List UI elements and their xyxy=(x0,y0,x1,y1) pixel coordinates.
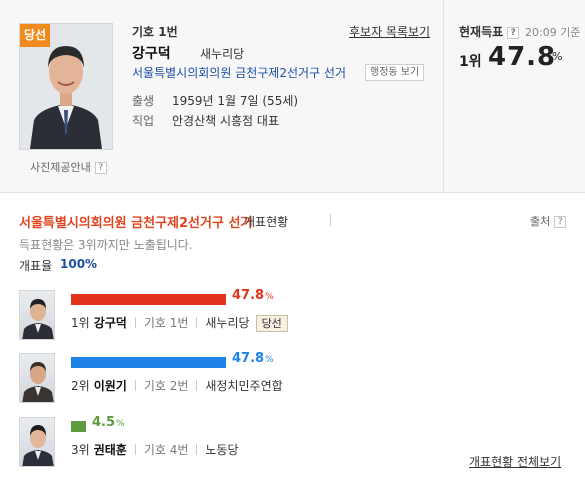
elected-tag: 당선 xyxy=(255,315,288,332)
candidate-header: 당선 사진제공안내? 기호 1번 후보자 목록보기 강구덕 새누리당 서울특별시… xyxy=(0,0,585,193)
candidate-line: 3위 권태훈 기호 4번 노동당 xyxy=(71,441,239,458)
count-rate-label: 개표율 xyxy=(19,259,53,273)
candidate-name[interactable]: 이원기 xyxy=(94,379,127,393)
result-row: 47.8% 1위 강구덕 기호 1번 새누리당 당선 xyxy=(19,288,559,342)
candidate-name[interactable]: 강구덕 xyxy=(132,43,171,63)
person-photo-icon[interactable] xyxy=(19,417,55,467)
vote-percent-value: 47.8 xyxy=(232,351,265,366)
separator xyxy=(134,444,136,455)
vote-percent: 47.8% xyxy=(232,288,274,303)
person-photo-icon[interactable] xyxy=(19,290,55,340)
candidate-name[interactable]: 강구덕 xyxy=(94,316,127,330)
ranking-note: 득표현황은 3위까지만 노출됩니다. xyxy=(19,238,193,252)
winner-badge: 당선 xyxy=(20,24,50,47)
candidate-district-link[interactable]: 서울특별시의회의원 금천구제2선거구 선거 xyxy=(132,64,346,81)
candidate-photo[interactable]: 당선 xyxy=(19,23,113,150)
separator xyxy=(196,380,198,391)
current-rank: 1위 xyxy=(459,54,482,70)
photo-credit-note[interactable]: 사진제공안내? xyxy=(30,159,107,175)
vote-percent-value: 4.5 xyxy=(92,415,116,430)
separator xyxy=(196,317,198,328)
vote-percent-unit: % xyxy=(265,292,274,302)
vote-percent-unit: % xyxy=(116,419,125,429)
source-link[interactable]: 출처? xyxy=(530,213,567,229)
candidate-symbol: 기호 1번 xyxy=(132,25,178,39)
current-votes-label: 현재득표? xyxy=(459,23,520,40)
candidate-list-link[interactable]: 후보자 목록보기 xyxy=(349,23,430,40)
question-icon[interactable]: ? xyxy=(507,26,520,39)
current-percent: 47.8 xyxy=(488,42,557,72)
source-text: 출처 xyxy=(530,215,551,228)
candidate-symbol: 기호 1번 xyxy=(143,316,189,330)
birth-label: 출생 xyxy=(132,94,155,108)
all-results-link[interactable]: 개표현황 전체보기 xyxy=(469,453,561,470)
job-label: 직업 xyxy=(132,114,155,128)
vote-bar xyxy=(71,357,226,368)
section-subtitle: 개표현황 xyxy=(244,215,289,229)
question-icon[interactable]: ? xyxy=(94,162,107,174)
separator xyxy=(134,380,136,391)
header-divider xyxy=(443,0,444,193)
birth-value: 1959년 1월 7일 (55세) xyxy=(172,94,299,108)
vote-percent-value: 47.8 xyxy=(232,288,265,303)
question-icon[interactable]: ? xyxy=(554,216,567,228)
job-value: 안경산책 시흥점 대표 xyxy=(172,114,279,128)
candidate-line: 1위 강구덕 기호 1번 새누리당 당선 xyxy=(71,314,288,332)
result-row: 47.8% 2위 이원기 기호 2번 새정치민주연합 xyxy=(19,351,559,405)
candidate-rank: 3위 xyxy=(71,443,90,457)
photo-note-text: 사진제공안내 xyxy=(30,161,91,174)
candidate-symbol: 기호 2번 xyxy=(143,379,189,393)
current-time: 20:09 기준 xyxy=(525,26,581,39)
separator xyxy=(134,317,136,328)
candidate-name[interactable]: 권태훈 xyxy=(94,443,127,457)
candidate-line: 2위 이원기 기호 2번 새정치민주연합 xyxy=(71,377,283,394)
candidate-rank: 2위 xyxy=(71,379,90,393)
district-view-button[interactable]: 행정동 보기 xyxy=(365,64,425,81)
vote-percent: 47.8% xyxy=(232,351,274,366)
section-divider xyxy=(330,214,331,226)
candidate-party: 새누리당 xyxy=(200,47,245,61)
candidate-party: 새정치민주연합 xyxy=(205,379,283,393)
vote-percent-unit: % xyxy=(265,355,274,365)
person-photo-icon[interactable] xyxy=(19,353,55,403)
count-rate-value: 100% xyxy=(60,257,98,271)
vote-bar xyxy=(71,294,226,305)
candidate-party: 새누리당 xyxy=(205,316,250,330)
candidate-party: 노동당 xyxy=(205,443,239,457)
current-label-text: 현재득표 xyxy=(459,25,504,39)
section-title-link[interactable]: 서울특별시의회의원 금천구제2선거구 선거 xyxy=(19,212,252,231)
candidate-symbol: 기호 4번 xyxy=(143,443,189,457)
candidate-rank: 1위 xyxy=(71,316,90,330)
vote-percent: 4.5% xyxy=(92,415,125,430)
current-percent-unit: % xyxy=(552,50,563,63)
vote-bar xyxy=(71,421,86,432)
separator xyxy=(196,444,198,455)
